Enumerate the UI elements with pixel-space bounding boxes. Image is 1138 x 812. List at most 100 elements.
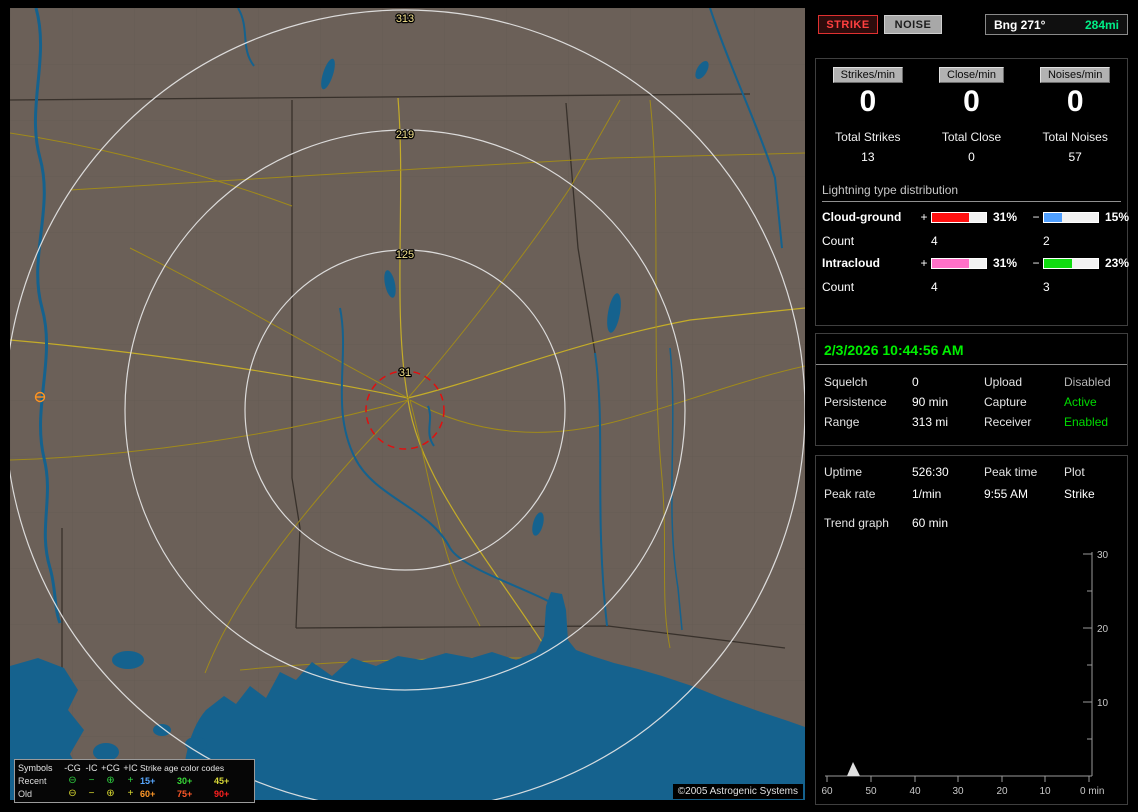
plot-value: Strike: [1064, 487, 1095, 501]
status-row: Persistence 90 min Capture Active: [816, 392, 1127, 412]
recent-cg-plus-icon: ⊕: [106, 774, 115, 786]
age-45: 45+: [214, 775, 230, 786]
intracloud-label: Intracloud: [822, 256, 881, 270]
old-cg-minus-icon: ⊖: [68, 787, 77, 799]
age-90: 90+: [214, 788, 230, 799]
y-tick-30: 30: [1097, 550, 1109, 561]
y-tick-20: 20: [1097, 624, 1109, 635]
peak-rate-value: 1/min: [912, 487, 942, 501]
counters-panel: Strikes/min 0 Total Strikes 13 Close/min…: [815, 58, 1129, 326]
status-panel: 2/3/2026 10:44:56 AM Squelch 0 Upload Di…: [815, 333, 1128, 446]
cg-plus-bar: [931, 211, 987, 223]
peak-rate-label: Peak rate: [824, 487, 876, 501]
legend-age-header: Strike age color codes: [140, 762, 225, 773]
strikes-column: Strikes/min 0 Total Strikes 13: [816, 65, 920, 164]
cloud-ground-row: Cloud-ground + 31% − 15%: [822, 210, 1129, 224]
trend-graph-window: 60 min: [912, 516, 949, 530]
upload-label: Upload: [984, 375, 1023, 389]
age-15: 15+: [140, 775, 156, 786]
recent-cg-minus-icon: ⊖: [68, 774, 77, 786]
top-controls: STRIKE NOISE Bng 271° 284mi: [815, 12, 1128, 38]
ring-label-125: 125: [396, 249, 414, 261]
ic-plus-bar: [931, 257, 987, 269]
age-60: 60+: [140, 788, 156, 799]
trend-row: Uptime 526:30 Peak time Plot: [816, 461, 1127, 483]
age-75: 75+: [177, 788, 193, 799]
close-per-min-button[interactable]: Close/min: [939, 67, 1004, 83]
ic-minus-pct: 23%: [1105, 256, 1130, 270]
cloud-ground-count-row: Count 4 2: [822, 234, 1127, 248]
distance-value: 284mi: [1084, 17, 1119, 32]
cg-minus-bar: [1043, 211, 1099, 223]
y-tick-10: 10: [1097, 698, 1109, 709]
map-canvas: 313 219 125 31: [10, 8, 805, 800]
total-strikes-value: 13: [861, 150, 875, 164]
uptime-value: 526:30: [912, 465, 949, 479]
noise-button[interactable]: NOISE: [884, 15, 942, 34]
age-30: 30+: [177, 775, 193, 786]
trend-spike: [843, 762, 860, 776]
squelch-value: 0: [912, 375, 919, 389]
x-tick-0-min: 0 min: [1080, 786, 1104, 797]
noises-per-min-button[interactable]: Noises/min: [1039, 67, 1111, 83]
squelch-label: Squelch: [824, 375, 868, 389]
trend-graph: 30 20 10 60 50 40 30 20 10 0 min: [821, 550, 1109, 797]
ic-plus-count: 4: [931, 280, 938, 294]
x-tick-30: 30: [952, 786, 964, 797]
plus-sign: +: [920, 256, 928, 270]
close-column: Close/min 0 Total Close 0: [920, 65, 1024, 164]
bearing-readout: Bng 271° 284mi: [985, 14, 1128, 35]
minus-sign: −: [1032, 256, 1040, 270]
persistence-label: Persistence: [824, 395, 887, 409]
status-row: Range 313 mi Receiver Enabled: [816, 412, 1127, 432]
trend-graph-label: Trend graph: [824, 516, 889, 530]
close-per-min-value: 0: [963, 85, 980, 118]
recent-ic-plus-icon: +: [127, 774, 134, 786]
cg-minus-count: 2: [1043, 234, 1050, 248]
ic-minus-bar: [1043, 257, 1099, 269]
cg-minus-pct: 15%: [1105, 210, 1130, 224]
capture-label: Capture: [984, 395, 1027, 409]
strikes-per-min-button[interactable]: Strikes/min: [832, 67, 904, 83]
x-tick-60: 60: [821, 786, 833, 797]
legend-type-cg-minus: -CG: [64, 762, 81, 773]
trend-panel: Uptime 526:30 Peak time Plot Peak rate 1…: [815, 455, 1128, 805]
x-tick-10: 10: [1039, 786, 1051, 797]
ring-label-219: 219: [396, 129, 414, 141]
old-ic-plus-icon: +: [127, 787, 134, 799]
ring-label-313: 313: [396, 13, 414, 25]
intracloud-count-row: Count 4 3: [822, 280, 1127, 294]
count-label: Count: [822, 234, 855, 248]
intracloud-row: Intracloud + 31% − 23%: [822, 256, 1129, 270]
persistence-value: 90 min: [912, 395, 949, 409]
x-tick-20: 20: [996, 786, 1008, 797]
cg-plus-count: 4: [931, 234, 938, 248]
range-label: Range: [824, 415, 860, 429]
legend-type-ic-minus: -IC: [85, 762, 98, 773]
total-noises-label: Total Noises: [1042, 130, 1108, 144]
old-cg-plus-icon: ⊕: [106, 787, 115, 799]
uptime-label: Uptime: [824, 465, 863, 479]
range-value: 313 mi: [912, 415, 949, 429]
legend-recent-label: Recent: [18, 775, 47, 786]
plus-sign: +: [920, 210, 928, 224]
peak-time-label: Peak time: [984, 465, 1038, 479]
ic-minus-count: 3: [1043, 280, 1050, 294]
map-legend: Symbols -CG -IC +CG +IC Strike age color…: [14, 759, 255, 803]
old-ic-minus-icon: −: [88, 787, 95, 799]
count-label: Count: [822, 280, 855, 294]
cloud-ground-label: Cloud-ground: [822, 210, 902, 224]
lightning-map[interactable]: 313 219 125 31 Symbols -CG -IC +CG +IC S…: [10, 8, 805, 803]
minus-sign: −: [1032, 210, 1040, 224]
bearing-value: Bng 271°: [994, 17, 1046, 32]
x-tick-40: 40: [909, 786, 921, 797]
x-tick-50: 50: [865, 786, 877, 797]
status-row: Squelch 0 Upload Disabled: [816, 372, 1127, 392]
strike-button[interactable]: STRIKE: [818, 15, 878, 34]
capture-value: Active: [1064, 395, 1097, 409]
legend-type-ic-plus: +IC: [123, 762, 138, 773]
ring-label-31: 31: [399, 367, 411, 379]
noises-column: Noises/min 0 Total Noises 57: [1023, 65, 1127, 164]
legend-symbols-header: Symbols: [18, 762, 53, 773]
upload-value: Disabled: [1064, 375, 1111, 389]
